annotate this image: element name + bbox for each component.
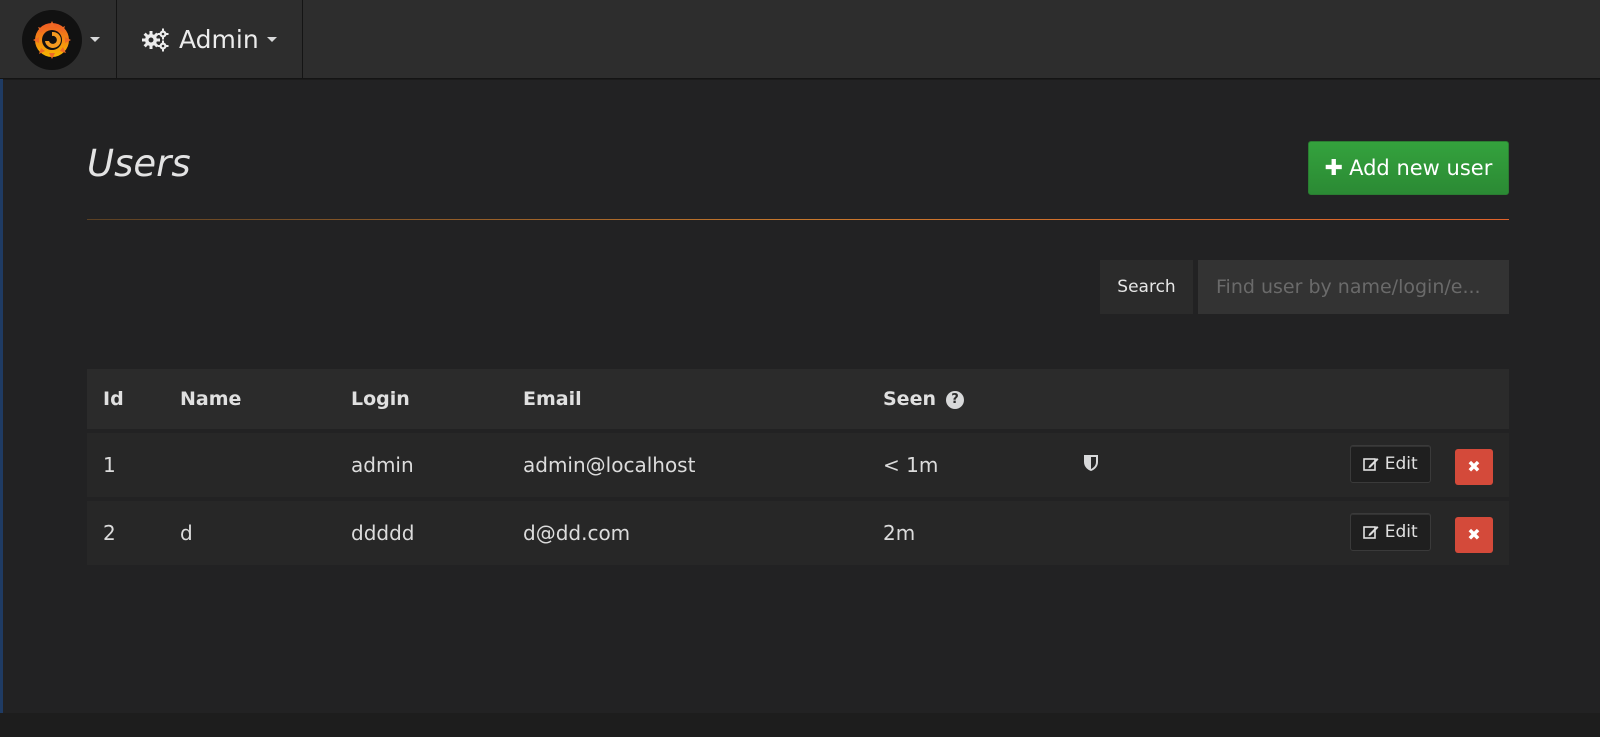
cell-login: admin	[351, 433, 523, 497]
column-header-admin	[1083, 369, 1203, 429]
column-header-actions	[1203, 369, 1509, 429]
edit-label: Edit	[1384, 522, 1418, 543]
delete-user-button[interactable]: ✖	[1455, 448, 1493, 485]
cell-admin	[1083, 433, 1203, 497]
column-header-name: Name	[180, 369, 351, 429]
add-user-label: Add new user	[1349, 156, 1493, 180]
chevron-down-icon	[266, 37, 277, 42]
column-header-id: Id	[87, 369, 180, 429]
delete-user-button[interactable]: ✖	[1455, 516, 1493, 553]
question-circle-icon[interactable]: ?	[945, 390, 964, 409]
cell-email: d@dd.com	[523, 501, 883, 565]
admin-menu-button[interactable]: Admin	[117, 0, 303, 79]
add-user-button[interactable]: ✚ Add new user	[1308, 141, 1509, 195]
cell-id: 2	[87, 501, 180, 565]
footer-strip	[0, 713, 1600, 737]
top-navbar: Admin	[0, 0, 1600, 79]
cell-admin	[1083, 501, 1203, 565]
grafana-logo-icon	[22, 9, 82, 70]
table-header-row: Id Name Login Email Seen?	[87, 369, 1509, 429]
table-row: 2 d ddddd d@dd.com 2m Edit ✖	[87, 501, 1509, 565]
grafana-menu-button[interactable]	[0, 0, 117, 79]
cell-actions: Edit ✖	[1203, 501, 1509, 565]
column-header-email: Email	[523, 369, 883, 429]
edit-user-button[interactable]: Edit	[1349, 445, 1431, 484]
cell-actions: Edit ✖	[1203, 433, 1509, 497]
page-title: Users	[87, 142, 191, 185]
cell-seen: < 1m	[883, 433, 1083, 497]
edit-icon	[1362, 456, 1379, 472]
cell-login: ddddd	[351, 501, 523, 565]
search-label: Search	[1100, 260, 1193, 314]
main-content: Users ✚ Add new user Search Id Name Logi…	[3, 80, 1600, 713]
cell-name	[180, 433, 351, 497]
chevron-down-icon	[90, 37, 100, 42]
table-row: 1 admin admin@localhost < 1m Edit ✖	[87, 433, 1509, 497]
times-icon: ✖	[1467, 525, 1481, 545]
search-input[interactable]	[1198, 260, 1509, 314]
admin-menu-label: Admin	[179, 25, 259, 54]
plus-icon: ✚	[1324, 155, 1344, 181]
header-divider	[87, 219, 1509, 220]
cell-email: admin@localhost	[523, 433, 883, 497]
shield-icon	[1083, 453, 1099, 477]
cell-seen: 2m	[883, 501, 1083, 565]
edit-label: Edit	[1384, 454, 1418, 475]
cogs-icon	[141, 28, 169, 52]
cell-name: d	[180, 501, 351, 565]
column-header-login: Login	[351, 369, 523, 429]
users-table: Id Name Login Email Seen? 1 admin admin@…	[87, 365, 1509, 569]
cell-id: 1	[87, 433, 180, 497]
times-icon: ✖	[1467, 457, 1481, 477]
edit-user-button[interactable]: Edit	[1349, 513, 1431, 552]
edit-icon	[1362, 524, 1379, 540]
column-header-seen-label: Seen	[883, 388, 936, 410]
column-header-seen: Seen?	[883, 369, 1083, 429]
